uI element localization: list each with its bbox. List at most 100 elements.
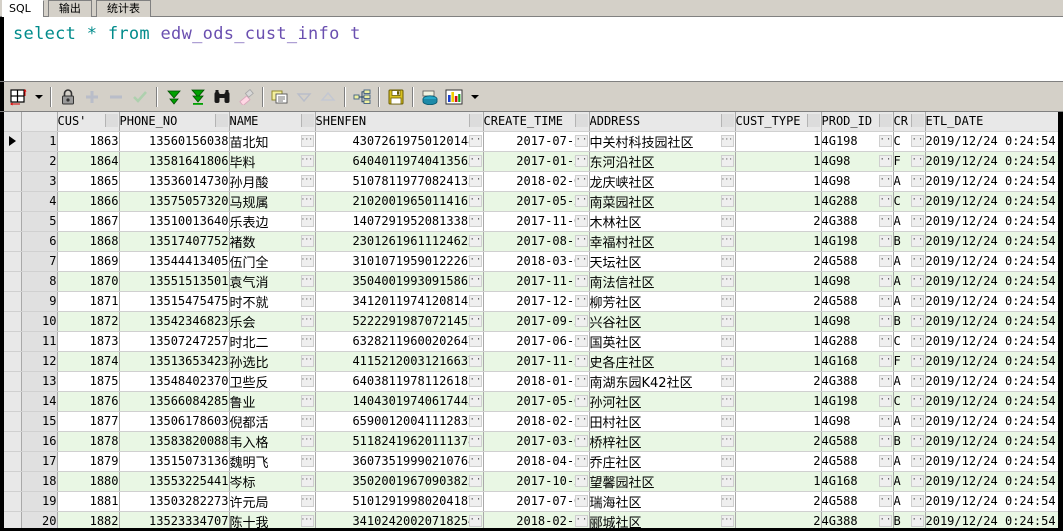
cell-expand-ellipsis-icon[interactable]: ··· — [720, 394, 734, 407]
cell-shenfen[interactable]: 140430197406174433··· — [315, 391, 484, 412]
column-resize-grip[interactable] — [574, 114, 588, 127]
cell-expand-ellipsis-icon[interactable]: ··· — [300, 314, 314, 327]
cell-expand-ellipsis-icon[interactable]: ··· — [720, 494, 734, 507]
cell-name[interactable]: 鲁业 ··· — [229, 391, 316, 412]
grid-layout-dropdown-icon[interactable] — [30, 85, 46, 109]
cell-expand-ellipsis-icon[interactable]: ··· — [574, 494, 588, 507]
cell-shenfen[interactable]: 310107195901222675··· — [315, 251, 484, 272]
cell-etl-date[interactable]: 2019/12/24 0:24:54 — [925, 491, 1061, 512]
cell-create-time[interactable]: 2017-08-10··· — [483, 231, 590, 252]
cell-cust-id[interactable]: 1869 — [57, 251, 120, 272]
cell-expand-ellipsis-icon[interactable]: ··· — [300, 474, 314, 487]
cell-cr[interactable]: B ··· — [893, 511, 926, 528]
cell-expand-ellipsis-icon[interactable]: ··· — [910, 314, 924, 327]
cell-create-time[interactable]: 2017-09-29··· — [483, 311, 590, 332]
result-grid[interactable]: CUS' PHONE_NO NAME SHENFEN CREATE_TIME ADDRES… — [0, 112, 1063, 531]
chart-icon[interactable] — [442, 85, 466, 109]
cell-cust-type[interactable]: 2 — [735, 511, 822, 528]
cell-address[interactable]: 南法信社区 ··· — [589, 271, 736, 292]
cell-prod-id[interactable]: 4G588 ··· — [821, 491, 894, 512]
cell-expand-ellipsis-icon[interactable]: ··· — [574, 214, 588, 227]
cell-expand-ellipsis-icon[interactable]: ··· — [468, 254, 482, 267]
fetch-all-icon[interactable] — [186, 85, 210, 109]
cell-phone-no[interactable]: 13517407752 — [119, 231, 230, 252]
cell-expand-ellipsis-icon[interactable]: ··· — [910, 154, 924, 167]
cell-expand-ellipsis-icon[interactable]: ··· — [878, 234, 892, 247]
cell-shenfen[interactable]: 511824196201113785··· — [315, 431, 484, 452]
cell-expand-ellipsis-icon[interactable]: ··· — [910, 434, 924, 447]
cell-expand-ellipsis-icon[interactable]: ··· — [720, 334, 734, 347]
cell-cust-type[interactable]: 1 — [735, 351, 822, 372]
cell-expand-ellipsis-icon[interactable]: ··· — [574, 354, 588, 367]
cell-cust-type[interactable]: 2 — [735, 211, 822, 232]
fetch-next-icon[interactable] — [162, 85, 186, 109]
cell-expand-ellipsis-icon[interactable]: ··· — [468, 214, 482, 227]
cell-expand-ellipsis-icon[interactable]: ··· — [720, 354, 734, 367]
cell-expand-ellipsis-icon[interactable]: ··· — [720, 294, 734, 307]
cell-expand-ellipsis-icon[interactable]: ··· — [468, 294, 482, 307]
cell-prod-id[interactable]: 4G388 ··· — [821, 511, 894, 528]
cell-address[interactable]: 中关村科技园社区 ··· — [589, 131, 736, 152]
table-row[interactable]: 1 1863 13560156038 苗北知 ··· 430726197501201485… — [4, 131, 1061, 152]
cell-name[interactable]: 毕料 ··· — [229, 151, 316, 172]
cell-cust-type[interactable]: 2 — [735, 251, 822, 272]
column-header-etl-date[interactable]: ETL_DATE — [925, 112, 1061, 132]
column-resize-grip[interactable] — [910, 114, 924, 127]
cell-phone-no[interactable]: 13542346823 — [119, 311, 230, 332]
cell-cr[interactable]: A ··· — [893, 371, 926, 392]
cell-expand-ellipsis-icon[interactable]: ··· — [468, 454, 482, 467]
cell-etl-date[interactable]: 2019/12/24 0:24:54 — [925, 151, 1061, 172]
cell-expand-ellipsis-icon[interactable]: ··· — [878, 454, 892, 467]
cell-cust-type[interactable]: 1 — [735, 331, 822, 352]
cell-expand-ellipsis-icon[interactable]: ··· — [574, 314, 588, 327]
cell-cust-id[interactable]: 1867 — [57, 211, 120, 232]
cell-expand-ellipsis-icon[interactable]: ··· — [468, 494, 482, 507]
table-row[interactable]: 18 1880 13553225441 岑标 ··· 350200196709038235… — [4, 471, 1061, 492]
cell-expand-ellipsis-icon[interactable]: ··· — [300, 234, 314, 247]
cell-cust-type[interactable]: 1 — [735, 271, 822, 292]
cell-cust-type[interactable]: 1 — [735, 151, 822, 172]
cell-phone-no[interactable]: 13560156038 — [119, 131, 230, 152]
cell-etl-date[interactable]: 2019/12/24 0:24:54 — [925, 331, 1061, 352]
cell-expand-ellipsis-icon[interactable]: ··· — [910, 274, 924, 287]
cell-cust-type[interactable]: 1 — [735, 131, 822, 152]
cell-expand-ellipsis-icon[interactable]: ··· — [468, 474, 482, 487]
cell-etl-date[interactable]: 2019/12/24 0:24:54 — [925, 411, 1061, 432]
cell-shenfen[interactable]: 341201197412081425··· — [315, 291, 484, 312]
cell-expand-ellipsis-icon[interactable]: ··· — [300, 174, 314, 187]
cell-name[interactable]: 陈十我 ··· — [229, 511, 316, 528]
cell-expand-ellipsis-icon[interactable]: ··· — [468, 134, 482, 147]
cell-phone-no[interactable]: 13515073136 — [119, 451, 230, 472]
cell-phone-no[interactable]: 13548402370 — [119, 371, 230, 392]
cell-etl-date[interactable]: 2019/12/24 0:24:54 — [925, 291, 1061, 312]
cell-expand-ellipsis-icon[interactable]: ··· — [574, 394, 588, 407]
cell-create-time[interactable]: 2017-01-22··· — [483, 151, 590, 172]
cell-prod-id[interactable]: 4G98 ··· — [821, 411, 894, 432]
cell-cust-id[interactable]: 1881 — [57, 491, 120, 512]
cell-expand-ellipsis-icon[interactable]: ··· — [878, 434, 892, 447]
cell-shenfen[interactable]: 510781197708241334··· — [315, 171, 484, 192]
cell-expand-ellipsis-icon[interactable]: ··· — [910, 134, 924, 147]
cell-cr[interactable]: B ··· — [893, 311, 926, 332]
cell-expand-ellipsis-icon[interactable]: ··· — [878, 134, 892, 147]
cell-expand-ellipsis-icon[interactable]: ··· — [574, 134, 588, 147]
copy-rows-icon[interactable] — [268, 85, 292, 109]
cell-cr[interactable]: C ··· — [893, 131, 926, 152]
cell-phone-no[interactable]: 13507247257 — [119, 331, 230, 352]
cell-phone-no[interactable]: 13515475475 — [119, 291, 230, 312]
cell-create-time[interactable]: 2017-12-12··· — [483, 291, 590, 312]
table-row[interactable]: 13 1875 13548402370 卫些反 ··· 64038119781126183… — [4, 371, 1061, 392]
cell-address[interactable]: 郦城社区 ··· — [589, 511, 736, 528]
cell-address[interactable]: 南湖东园K42社区 ··· — [589, 371, 736, 392]
cell-etl-date[interactable]: 2019/12/24 0:24:54 — [925, 251, 1061, 272]
column-resize-grip[interactable] — [806, 114, 820, 127]
cell-expand-ellipsis-icon[interactable]: ··· — [300, 134, 314, 147]
cell-phone-no[interactable]: 13575057320 — [119, 191, 230, 212]
row-selector[interactable] — [4, 491, 22, 512]
row-selector[interactable] — [4, 291, 22, 312]
cell-cust-type[interactable]: 1 — [735, 191, 822, 212]
cell-prod-id[interactable]: 4G198 ··· — [821, 231, 894, 252]
cell-expand-ellipsis-icon[interactable]: ··· — [574, 294, 588, 307]
cell-cust-type[interactable]: 2 — [735, 431, 822, 452]
cell-expand-ellipsis-icon[interactable]: ··· — [720, 134, 734, 147]
